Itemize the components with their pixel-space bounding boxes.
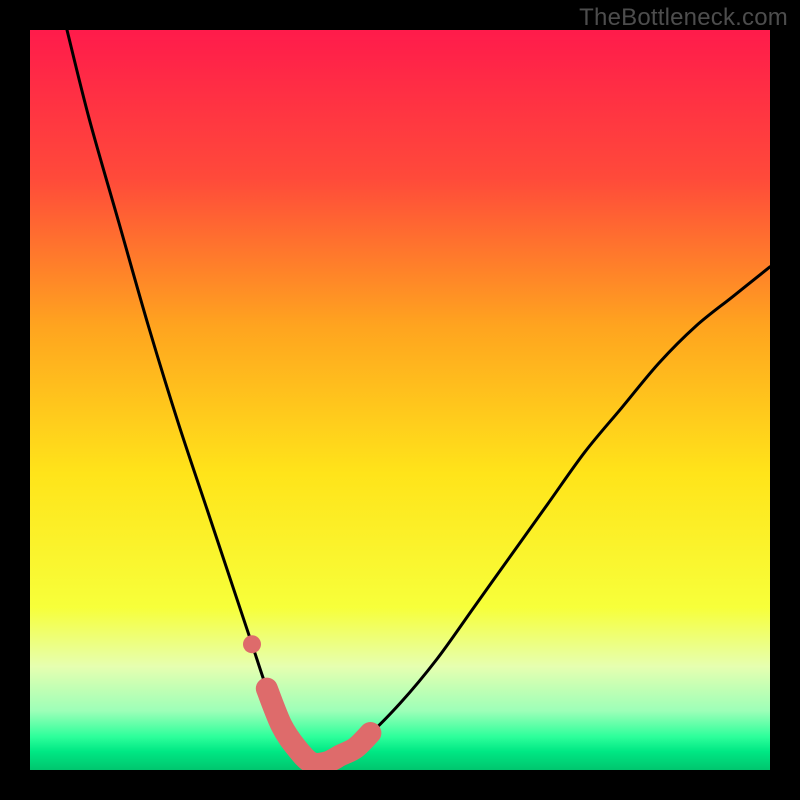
highlight-dot bbox=[243, 635, 261, 653]
watermark-text: TheBottleneck.com bbox=[579, 4, 788, 32]
highlight-segment bbox=[267, 689, 371, 764]
curve-layer bbox=[30, 30, 770, 770]
plot-area bbox=[30, 30, 770, 770]
bottleneck-curve bbox=[67, 30, 770, 764]
chart-frame: TheBottleneck.com bbox=[0, 0, 800, 800]
